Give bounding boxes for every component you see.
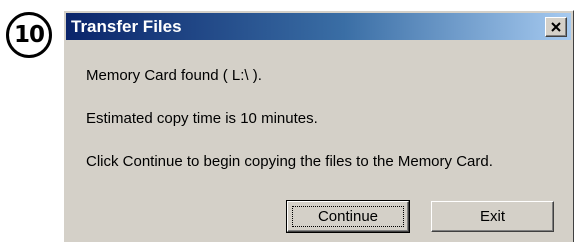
dialog-titlebar: Transfer Files [66,13,571,40]
exit-button[interactable]: Exit [431,201,554,232]
dialog-title: Transfer Files [71,16,182,36]
exit-button-label: Exit [479,208,505,225]
estimated-copy-time-text: Estimated copy time is 10 minutes. [86,110,318,127]
step-number-badge: 10 [6,12,52,58]
instruction-text: Click Continue to begin copying the file… [86,153,493,170]
transfer-files-dialog: Transfer Files Memory Card found ( L:\ )… [63,10,574,242]
continue-button-label: Continue [317,208,379,225]
close-icon [551,21,561,32]
memory-card-found-text: Memory Card found ( L:\ ). [86,67,262,84]
continue-button[interactable]: Continue [286,200,410,233]
close-button[interactable] [545,16,567,37]
step-number: 10 [13,22,45,48]
